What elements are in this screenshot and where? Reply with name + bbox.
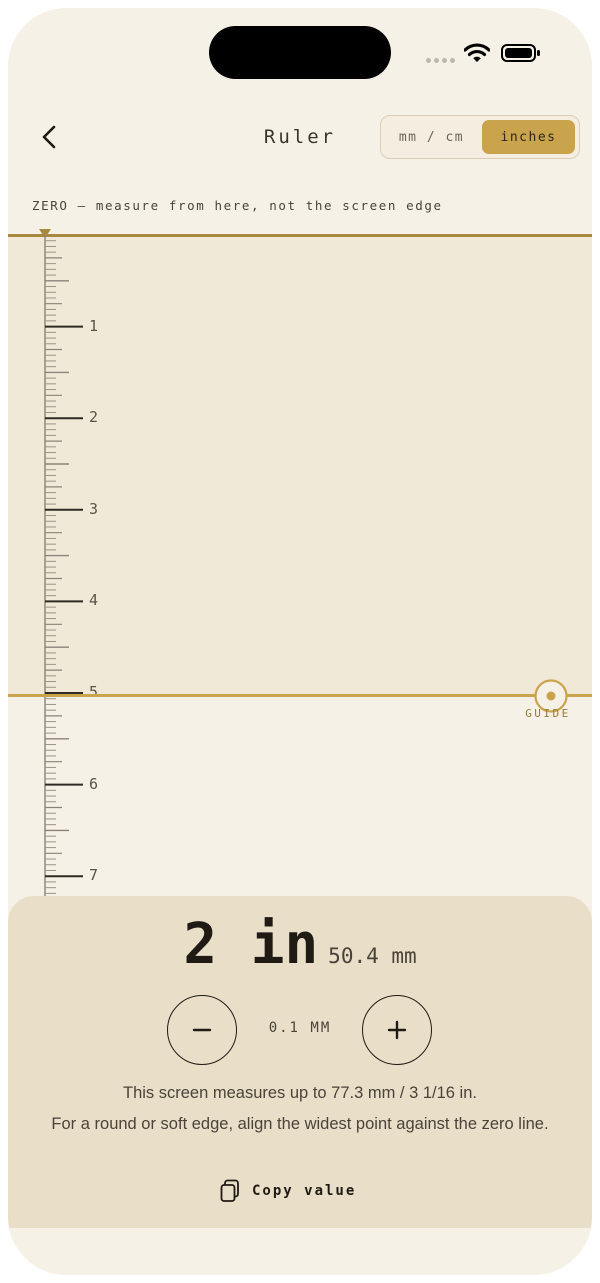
unit-toggle: mm / cm inches [380,115,580,159]
zero-marker-icon [39,229,51,238]
dynamic-island [209,26,391,79]
increment-button[interactable] [362,995,432,1065]
phone-screen: Ruler mm / cm inches ZERO — measure from… [8,8,592,1275]
measurement-readout: 2 in 50.4 mm [8,912,592,977]
copy-value-label: Copy value [252,1183,357,1199]
unit-option-metric[interactable]: mm / cm [385,120,478,154]
ruler-label: 6 [89,774,99,793]
page-title: Ruler [263,126,337,148]
status-bar [426,42,546,64]
wifi-icon [464,43,490,62]
ruler-label: 7 [89,866,99,885]
signal-icon [426,58,456,64]
step-size-label: 0.1 MM [268,1020,332,1036]
decrement-button[interactable] [167,995,237,1065]
measured-region [8,235,592,695]
zero-line [8,234,592,237]
unit-option-inches[interactable]: inches [482,120,575,154]
plus-icon [387,1020,407,1040]
chevron-left-icon [42,125,56,149]
zero-caption: ZERO — measure from here, not the screen… [32,198,443,213]
battery-icon [501,44,540,62]
minus-icon [192,1028,212,1032]
back-button[interactable] [32,120,68,156]
copy-value-button[interactable]: Copy value [220,1178,356,1204]
readout-secondary: 50.4 mm [328,944,417,968]
readout-value: 2 in [183,912,319,977]
guide-label: GUIDE [525,707,571,720]
guide-line[interactable] [8,694,592,697]
edge-tip: For a round or soft edge, align the wide… [51,1115,549,1133]
range-info: This screen measures up to 77.3 mm / 3 1… [122,1084,477,1102]
readout-panel: 2 in 50.4 mm 0.1 MM This screen measures … [8,896,592,1228]
copy-icon [220,1179,239,1202]
